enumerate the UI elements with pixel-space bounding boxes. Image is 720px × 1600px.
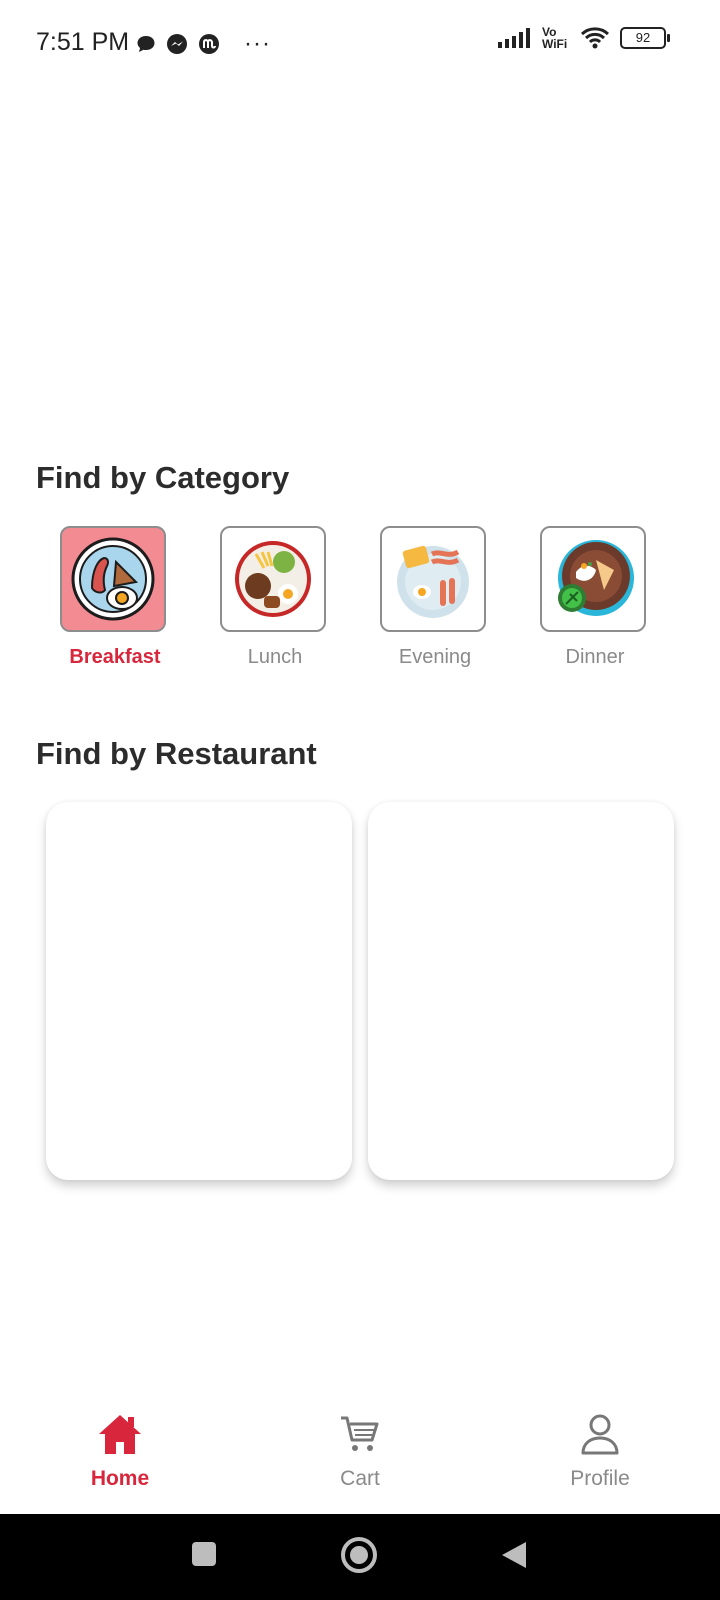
evening-plate-icon [397, 545, 469, 618]
category-card[interactable] [380, 526, 486, 632]
nav-home[interactable]: Home [50, 1412, 190, 1491]
signal-icon [498, 28, 530, 48]
category-list: Breakfast Lunch Evening Dinner [36, 526, 686, 676]
nav-profile[interactable]: Profile [530, 1412, 670, 1491]
nav-label: Profile [570, 1467, 630, 1490]
home-icon [99, 1415, 141, 1454]
notification-icons: ··· [136, 30, 271, 58]
profile-icon [581, 1414, 619, 1455]
status-time: 7:51 PM [36, 28, 130, 56]
breakfast-plate-icon [71, 537, 155, 621]
lunch-plate-icon [235, 541, 311, 617]
restaurant-section-title: Find by Restaurant [36, 736, 317, 771]
battery-indicator: 92 [620, 27, 670, 49]
dinner-plate-icon [558, 540, 634, 616]
category-label: Evening [398, 646, 472, 668]
chat-bubble-icon [137, 36, 155, 52]
category-section-title: Find by Category [36, 460, 290, 495]
more-notifications-icon: ··· [244, 30, 271, 57]
nav-cart[interactable]: Cart [290, 1412, 430, 1491]
category-label: Breakfast [69, 646, 161, 668]
restaurant-card[interactable] [368, 802, 674, 1180]
bottom-navigation: Home Cart Profile [0, 1390, 720, 1514]
category-evening[interactable]: Evening [380, 526, 490, 669]
app-icon [199, 34, 219, 54]
category-label: Dinner [565, 646, 625, 668]
category-card[interactable] [60, 526, 166, 632]
status-indicators: Vo WiFi 92 [498, 25, 670, 51]
home-button-icon[interactable] [340, 1536, 378, 1574]
category-card[interactable] [540, 526, 646, 632]
category-dinner[interactable]: Dinner [540, 526, 650, 669]
nav-label: Home [90, 1467, 150, 1490]
status-bar: 7:51 PM ··· Vo WiFi 92 [0, 0, 720, 84]
category-card[interactable] [220, 526, 326, 632]
vowifi-label: Vo WiFi [542, 25, 568, 51]
back-icon[interactable] [500, 1540, 528, 1570]
recents-icon[interactable] [190, 1540, 218, 1568]
restaurant-card[interactable] [46, 802, 352, 1180]
category-breakfast[interactable]: Breakfast [60, 526, 170, 669]
messenger-icon [167, 34, 187, 54]
category-lunch[interactable]: Lunch [220, 526, 330, 669]
category-label: Lunch [247, 646, 303, 668]
wifi-icon [580, 27, 610, 49]
system-navigation-bar [0, 1514, 720, 1600]
cart-icon [341, 1416, 379, 1451]
nav-label: Cart [340, 1467, 380, 1490]
